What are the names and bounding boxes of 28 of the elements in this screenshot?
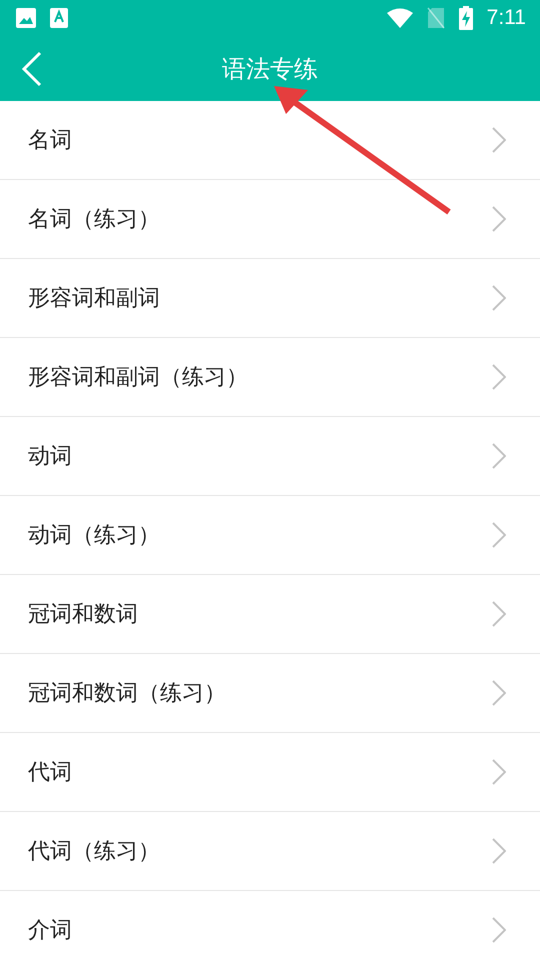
list-item[interactable]: 名词（练习） bbox=[0, 180, 540, 259]
chevron-icon bbox=[492, 206, 506, 232]
list-item[interactable]: 代词 bbox=[0, 733, 540, 812]
list-item[interactable]: 形容词和副词（练习） bbox=[0, 338, 540, 417]
chevron-icon bbox=[492, 364, 506, 390]
list-item[interactable]: 冠词和数词（练习） bbox=[0, 654, 540, 733]
wifi-icon bbox=[386, 8, 413, 28]
picture-icon bbox=[16, 8, 36, 28]
chevron-icon bbox=[492, 838, 506, 864]
chevron-icon bbox=[492, 443, 506, 469]
list-item[interactable]: 动词（练习） bbox=[0, 496, 540, 575]
chevron-icon bbox=[492, 917, 506, 943]
page-title: 语法专练 bbox=[222, 54, 318, 84]
list-item[interactable]: 动词 bbox=[0, 417, 540, 496]
battery-icon bbox=[458, 6, 473, 30]
list-item[interactable]: 形容词和副词 bbox=[0, 259, 540, 338]
list-item[interactable]: 介词 bbox=[0, 891, 540, 960]
list-item[interactable]: 冠词和数词 bbox=[0, 575, 540, 654]
chevron-icon bbox=[492, 522, 506, 548]
chevron-icon bbox=[492, 759, 506, 785]
chevron-icon bbox=[492, 127, 506, 153]
chevron-icon bbox=[492, 285, 506, 311]
chevron-icon bbox=[492, 601, 506, 627]
status-time: 7:11 bbox=[486, 6, 526, 30]
chevron-icon bbox=[492, 680, 506, 706]
no-sim-icon bbox=[426, 7, 445, 29]
list-item[interactable]: 代词（练习） bbox=[0, 812, 540, 891]
app-icon bbox=[50, 8, 68, 28]
